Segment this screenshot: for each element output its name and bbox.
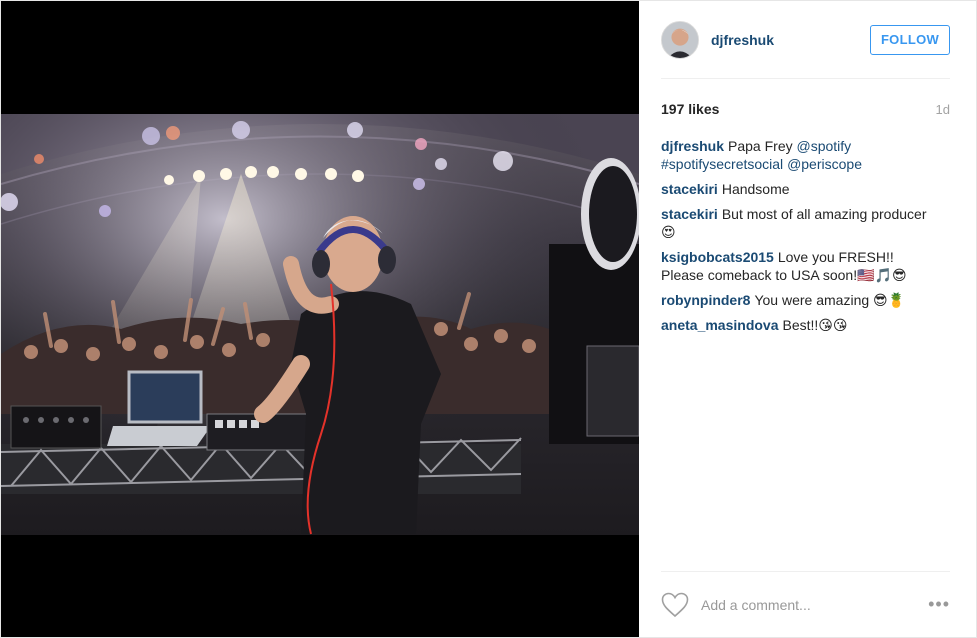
follow-button[interactable]: FOLLOW xyxy=(870,24,950,55)
comment-item: stacekiri Handsome xyxy=(661,180,936,198)
post-media xyxy=(1,1,639,637)
comment-username[interactable]: djfreshuk xyxy=(661,138,724,154)
instagram-post: djfreshuk FOLLOW 197 likes 1d djfreshuk P… xyxy=(0,0,977,638)
comment-username[interactable]: robynpinder8 xyxy=(661,292,750,308)
comment-username[interactable]: stacekiri xyxy=(661,206,718,222)
comment-item: aneta_masindova Best!!😘😘 xyxy=(661,316,936,334)
likes-count[interactable]: 197 likes xyxy=(661,101,719,117)
hashtag-link[interactable]: #spotifysecretsocial xyxy=(661,156,783,172)
caption-comment: djfreshuk Papa Frey @spotify #spotifysecr… xyxy=(661,137,936,173)
post-timestamp[interactable]: 1d xyxy=(936,102,950,117)
comment-username[interactable]: stacekiri xyxy=(661,181,718,197)
post-header: djfreshuk FOLLOW xyxy=(661,1,950,79)
heart-icon[interactable] xyxy=(661,592,689,618)
post-stats: 197 likes 1d xyxy=(661,99,950,119)
post-author-username[interactable]: djfreshuk xyxy=(711,32,774,48)
caption-text: Papa Frey xyxy=(728,138,797,154)
mention-link[interactable]: @periscope xyxy=(787,156,862,172)
comment-item: ksigbobcats2015 Love you FRESH!! Please c… xyxy=(661,248,936,284)
comments-list: djfreshuk Papa Frey @spotify #spotifysecr… xyxy=(661,137,936,341)
comment-username[interactable]: aneta_masindova xyxy=(661,317,779,333)
comment-text: You were amazing 😎🍍 xyxy=(754,292,906,308)
dj-crowd-photo xyxy=(1,114,639,535)
post-footer: ••• xyxy=(661,571,950,637)
comment-item: robynpinder8 You were amazing 😎🍍 xyxy=(661,291,936,309)
comment-text: Handsome xyxy=(721,181,790,197)
post-photo[interactable] xyxy=(1,114,639,535)
comment-username[interactable]: ksigbobcats2015 xyxy=(661,249,774,265)
comment-text: Best!!😘😘 xyxy=(782,317,848,333)
post-side-panel: djfreshuk FOLLOW 197 likes 1d djfreshuk P… xyxy=(639,1,976,637)
profile-picture xyxy=(662,21,698,58)
avatar[interactable] xyxy=(661,20,699,59)
more-options-icon[interactable]: ••• xyxy=(920,594,950,615)
comment-item: stacekiri But most of all amazing produce… xyxy=(661,205,936,241)
mention-link[interactable]: @spotify xyxy=(797,138,852,154)
add-comment-input[interactable] xyxy=(701,596,921,613)
